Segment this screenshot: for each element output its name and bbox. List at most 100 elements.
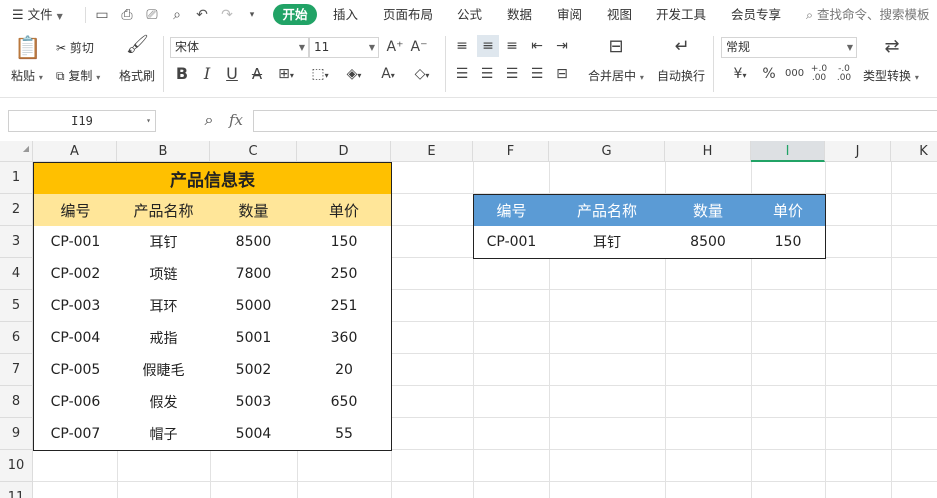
lookup-cell[interactable]: CP-001 [473, 226, 550, 259]
row-header-4[interactable]: 4 [0, 258, 33, 290]
table-cell[interactable]: 5004 [210, 418, 298, 451]
cell-style-icon[interactable]: ⬚▾ [307, 65, 333, 85]
distribute-icon[interactable]: ⊟ [553, 65, 571, 83]
tab-home[interactable]: 开始 [273, 4, 317, 25]
table-cell[interactable]: CP-002 [33, 258, 118, 291]
name-box[interactable]: I19 ▾ [8, 110, 156, 132]
file-menu[interactable]: ☰ 文件 ▼ [12, 6, 63, 24]
underline-icon[interactable]: U [224, 65, 240, 83]
tab-review[interactable]: 审阅 [557, 6, 582, 24]
column-header-d[interactable]: D [297, 141, 391, 162]
number-format-select[interactable]: 常规 ▼ [721, 37, 857, 58]
lookup-header-name[interactable]: 产品名称 [549, 194, 666, 227]
align-bottom-icon[interactable]: ≡ [503, 37, 521, 55]
increase-indent-icon[interactable]: ⇥ [553, 37, 571, 55]
column-header-h[interactable]: H [665, 141, 751, 162]
bold-icon[interactable]: B [174, 65, 190, 83]
tab-view[interactable]: 视图 [607, 6, 632, 24]
format-painter-label[interactable]: 格式刷 [119, 67, 155, 84]
type-convert-button[interactable]: 类型转换 ▾ [863, 67, 919, 84]
table-cell[interactable]: 耳环 [117, 290, 211, 323]
table-cell[interactable]: 7800 [210, 258, 298, 291]
align-left-icon[interactable]: ☰ [453, 65, 471, 83]
thousands-icon[interactable]: 000 [785, 65, 804, 83]
header-cell-id[interactable]: 编号 [33, 194, 118, 227]
table-title[interactable]: 产品信息表 [33, 162, 392, 195]
paste-icon[interactable]: 📋 [14, 36, 41, 62]
tab-member[interactable]: 会员专享 [731, 6, 781, 24]
table-cell[interactable]: 8500 [210, 226, 298, 259]
increase-font-icon[interactable]: A⁺ [386, 38, 404, 56]
column-header-j[interactable]: J [825, 141, 891, 162]
borders-icon[interactable]: ⊞▾ [273, 65, 299, 85]
decrease-indent-icon[interactable]: ⇤ [528, 37, 546, 55]
justify-icon[interactable]: ☰ [528, 65, 546, 83]
row-header-9[interactable]: 9 [0, 418, 33, 450]
font-size-select[interactable]: 11 ▼ [309, 37, 379, 58]
align-right-icon[interactable]: ☰ [503, 65, 521, 83]
formula-input[interactable] [253, 110, 937, 132]
italic-icon[interactable]: I [199, 65, 215, 83]
copy-button[interactable]: ⧉ 复制 ▾ [56, 67, 100, 84]
spreadsheet-grid[interactable]: ◢ A B C D E F G H I J K 1 2 3 4 5 6 7 8 … [0, 141, 937, 498]
table-cell[interactable]: 20 [297, 354, 392, 387]
lookup-header-id[interactable]: 编号 [473, 194, 550, 227]
row-header-11[interactable]: 11 [0, 482, 33, 498]
increase-decimal-icon[interactable]: +.0.00 [809, 65, 829, 83]
fill-color-icon[interactable]: ◈▾ [341, 65, 367, 85]
insert-function-button[interactable]: fx [226, 111, 246, 129]
table-cell[interactable]: 250 [297, 258, 392, 291]
table-cell[interactable]: 251 [297, 290, 392, 323]
column-header-i[interactable]: I [751, 141, 825, 162]
tab-developer[interactable]: 开发工具 [656, 6, 706, 24]
header-cell-price[interactable]: 单价 [297, 194, 392, 227]
paste-button[interactable]: 粘贴 ▾ [11, 67, 43, 84]
print-preview-icon[interactable]: ⌕ [168, 6, 186, 24]
table-cell[interactable]: 戒指 [117, 322, 211, 355]
table-cell[interactable]: 项链 [117, 258, 211, 291]
header-cell-name[interactable]: 产品名称 [117, 194, 211, 227]
row-header-10[interactable]: 10 [0, 450, 33, 482]
command-search[interactable]: ⌕ 查找命令、搜索模板 [806, 6, 930, 24]
row-header-5[interactable]: 5 [0, 290, 33, 322]
column-header-f[interactable]: F [473, 141, 549, 162]
merge-center-icon[interactable]: ⊟ [604, 38, 628, 56]
table-cell[interactable]: CP-006 [33, 386, 118, 419]
table-cell[interactable]: 帽子 [117, 418, 211, 451]
currency-icon[interactable]: ¥▾ [727, 65, 753, 85]
row-header-3[interactable]: 3 [0, 226, 33, 258]
row-header-6[interactable]: 6 [0, 322, 33, 354]
percent-icon[interactable]: % [760, 65, 778, 83]
column-header-a[interactable]: A [33, 141, 117, 162]
cut-button[interactable]: ✂ 剪切 [56, 39, 94, 56]
strikethrough-icon[interactable]: A [249, 65, 265, 83]
redo-icon[interactable]: ↷ [218, 6, 236, 24]
table-cell[interactable]: 5002 [210, 354, 298, 387]
column-header-b[interactable]: B [117, 141, 210, 162]
column-header-g[interactable]: G [549, 141, 665, 162]
align-top-icon[interactable]: ≡ [453, 37, 471, 55]
tab-data[interactable]: 数据 [507, 6, 532, 24]
print-icon[interactable]: ⎚ [143, 6, 161, 24]
table-cell[interactable]: CP-003 [33, 290, 118, 323]
table-cell[interactable]: 假发 [117, 386, 211, 419]
table-cell[interactable]: CP-001 [33, 226, 118, 259]
decrease-font-icon[interactable]: A⁻ [410, 38, 428, 56]
lookup-cell[interactable]: 耳钉 [549, 226, 666, 259]
table-cell[interactable]: CP-007 [33, 418, 118, 451]
align-middle-icon[interactable]: ≡ [477, 35, 499, 57]
undo-icon[interactable]: ↶ [193, 6, 211, 24]
save-icon[interactable]: ▭ [93, 6, 111, 24]
table-cell[interactable]: 耳钉 [117, 226, 211, 259]
decrease-decimal-icon[interactable]: -.0.00 [834, 65, 854, 83]
select-all-corner[interactable]: ◢ [0, 141, 33, 162]
type-convert-icon[interactable]: ⇄ [880, 38, 904, 56]
table-cell[interactable]: 360 [297, 322, 392, 355]
lookup-cell[interactable]: 8500 [665, 226, 752, 259]
zoom-icon[interactable]: ⌕ [200, 111, 218, 129]
align-center-icon[interactable]: ☰ [478, 65, 496, 83]
column-header-c[interactable]: C [210, 141, 297, 162]
table-cell[interactable]: 5001 [210, 322, 298, 355]
table-cell[interactable]: CP-004 [33, 322, 118, 355]
lookup-header-price[interactable]: 单价 [751, 194, 826, 227]
